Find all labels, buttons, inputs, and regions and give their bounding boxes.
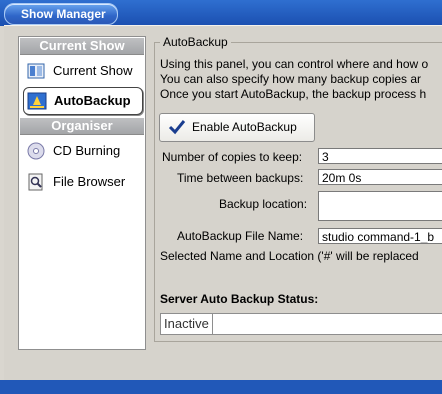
autobackup-icon — [27, 92, 47, 110]
current-show-icon — [27, 63, 45, 79]
title-tab[interactable]: Show Manager — [4, 3, 118, 25]
copies-label: Number of copies to keep: — [162, 150, 303, 164]
section-heading-organiser: Organiser — [20, 118, 144, 135]
sidebar-item-autobackup[interactable]: AutoBackup — [23, 87, 143, 115]
section-heading-current-show: Current Show — [20, 38, 144, 55]
cd-icon — [27, 142, 45, 160]
window-title: Show Manager — [21, 7, 106, 21]
sidebar-item-label: Current Show — [53, 63, 133, 78]
sidebar: Current Show Current Show AutoBackup Org… — [18, 36, 146, 350]
title-bar[interactable]: Show Manager — [0, 0, 442, 26]
server-status-box: Inactive — [160, 313, 442, 335]
description-line: Once you start AutoBackup, the backup pr… — [160, 87, 427, 101]
description-line: You can also specify how many backup cop… — [160, 72, 422, 86]
checkmark-icon — [168, 120, 186, 135]
description-line: Using this panel, you can control where … — [160, 57, 429, 71]
sidebar-item-label: CD Burning — [53, 143, 121, 158]
show-manager-window: Show Manager Current Show Current Show A… — [0, 0, 442, 394]
file-browser-icon — [28, 173, 43, 191]
server-status-value: Inactive — [161, 314, 213, 334]
enable-autobackup-button[interactable]: Enable AutoBackup — [159, 113, 315, 142]
sidebar-item-current-show[interactable]: Current Show — [23, 58, 141, 84]
location-field[interactable] — [318, 191, 442, 221]
name-location-note: Selected Name and Location ('#' will be … — [160, 249, 419, 263]
enable-autobackup-label: Enable AutoBackup — [192, 120, 297, 134]
sidebar-item-file-browser[interactable]: File Browser — [23, 169, 141, 195]
copies-field[interactable]: 3 — [318, 148, 442, 164]
sidebar-item-label: AutoBackup — [54, 93, 131, 108]
sidebar-item-label: File Browser — [53, 174, 126, 189]
sidebar-item-cd-burning[interactable]: CD Burning — [23, 138, 141, 164]
location-label: Backup location: — [219, 197, 308, 211]
server-status-title: Server Auto Backup Status: — [160, 292, 319, 306]
group-title: AutoBackup — [160, 35, 231, 49]
interval-field[interactable]: 20m 0s — [318, 169, 442, 185]
interval-label: Time between backups: — [177, 171, 304, 185]
filename-label: AutoBackup File Name: — [177, 229, 304, 243]
filename-field[interactable]: studio command-1_b — [318, 228, 442, 244]
taskbar-strip — [0, 380, 442, 394]
